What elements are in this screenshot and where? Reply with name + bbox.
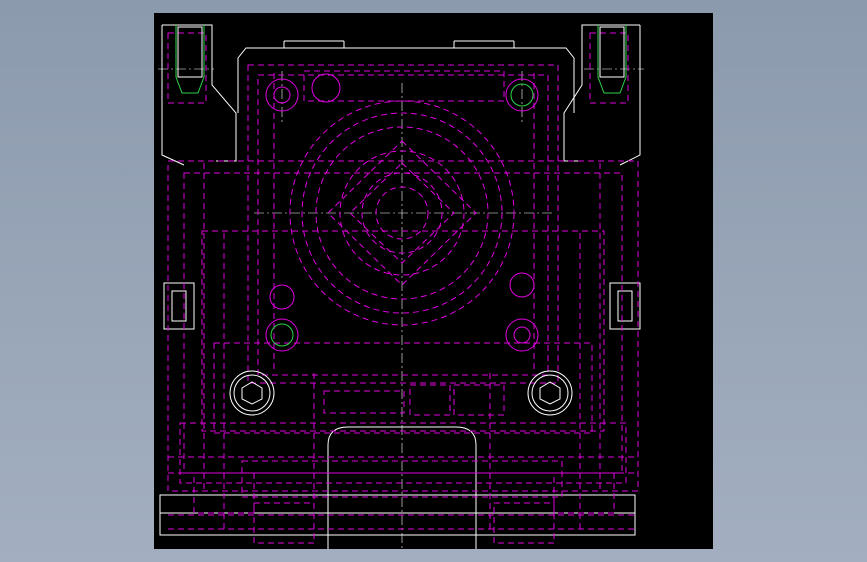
cap-screw-left [229,370,275,416]
mold-drawing [158,24,644,549]
cap-screw-right [527,370,573,416]
cad-viewport[interactable] [154,13,713,549]
centerlines [158,68,644,549]
outer-outline [159,24,641,549]
ear-screws [177,26,625,78]
